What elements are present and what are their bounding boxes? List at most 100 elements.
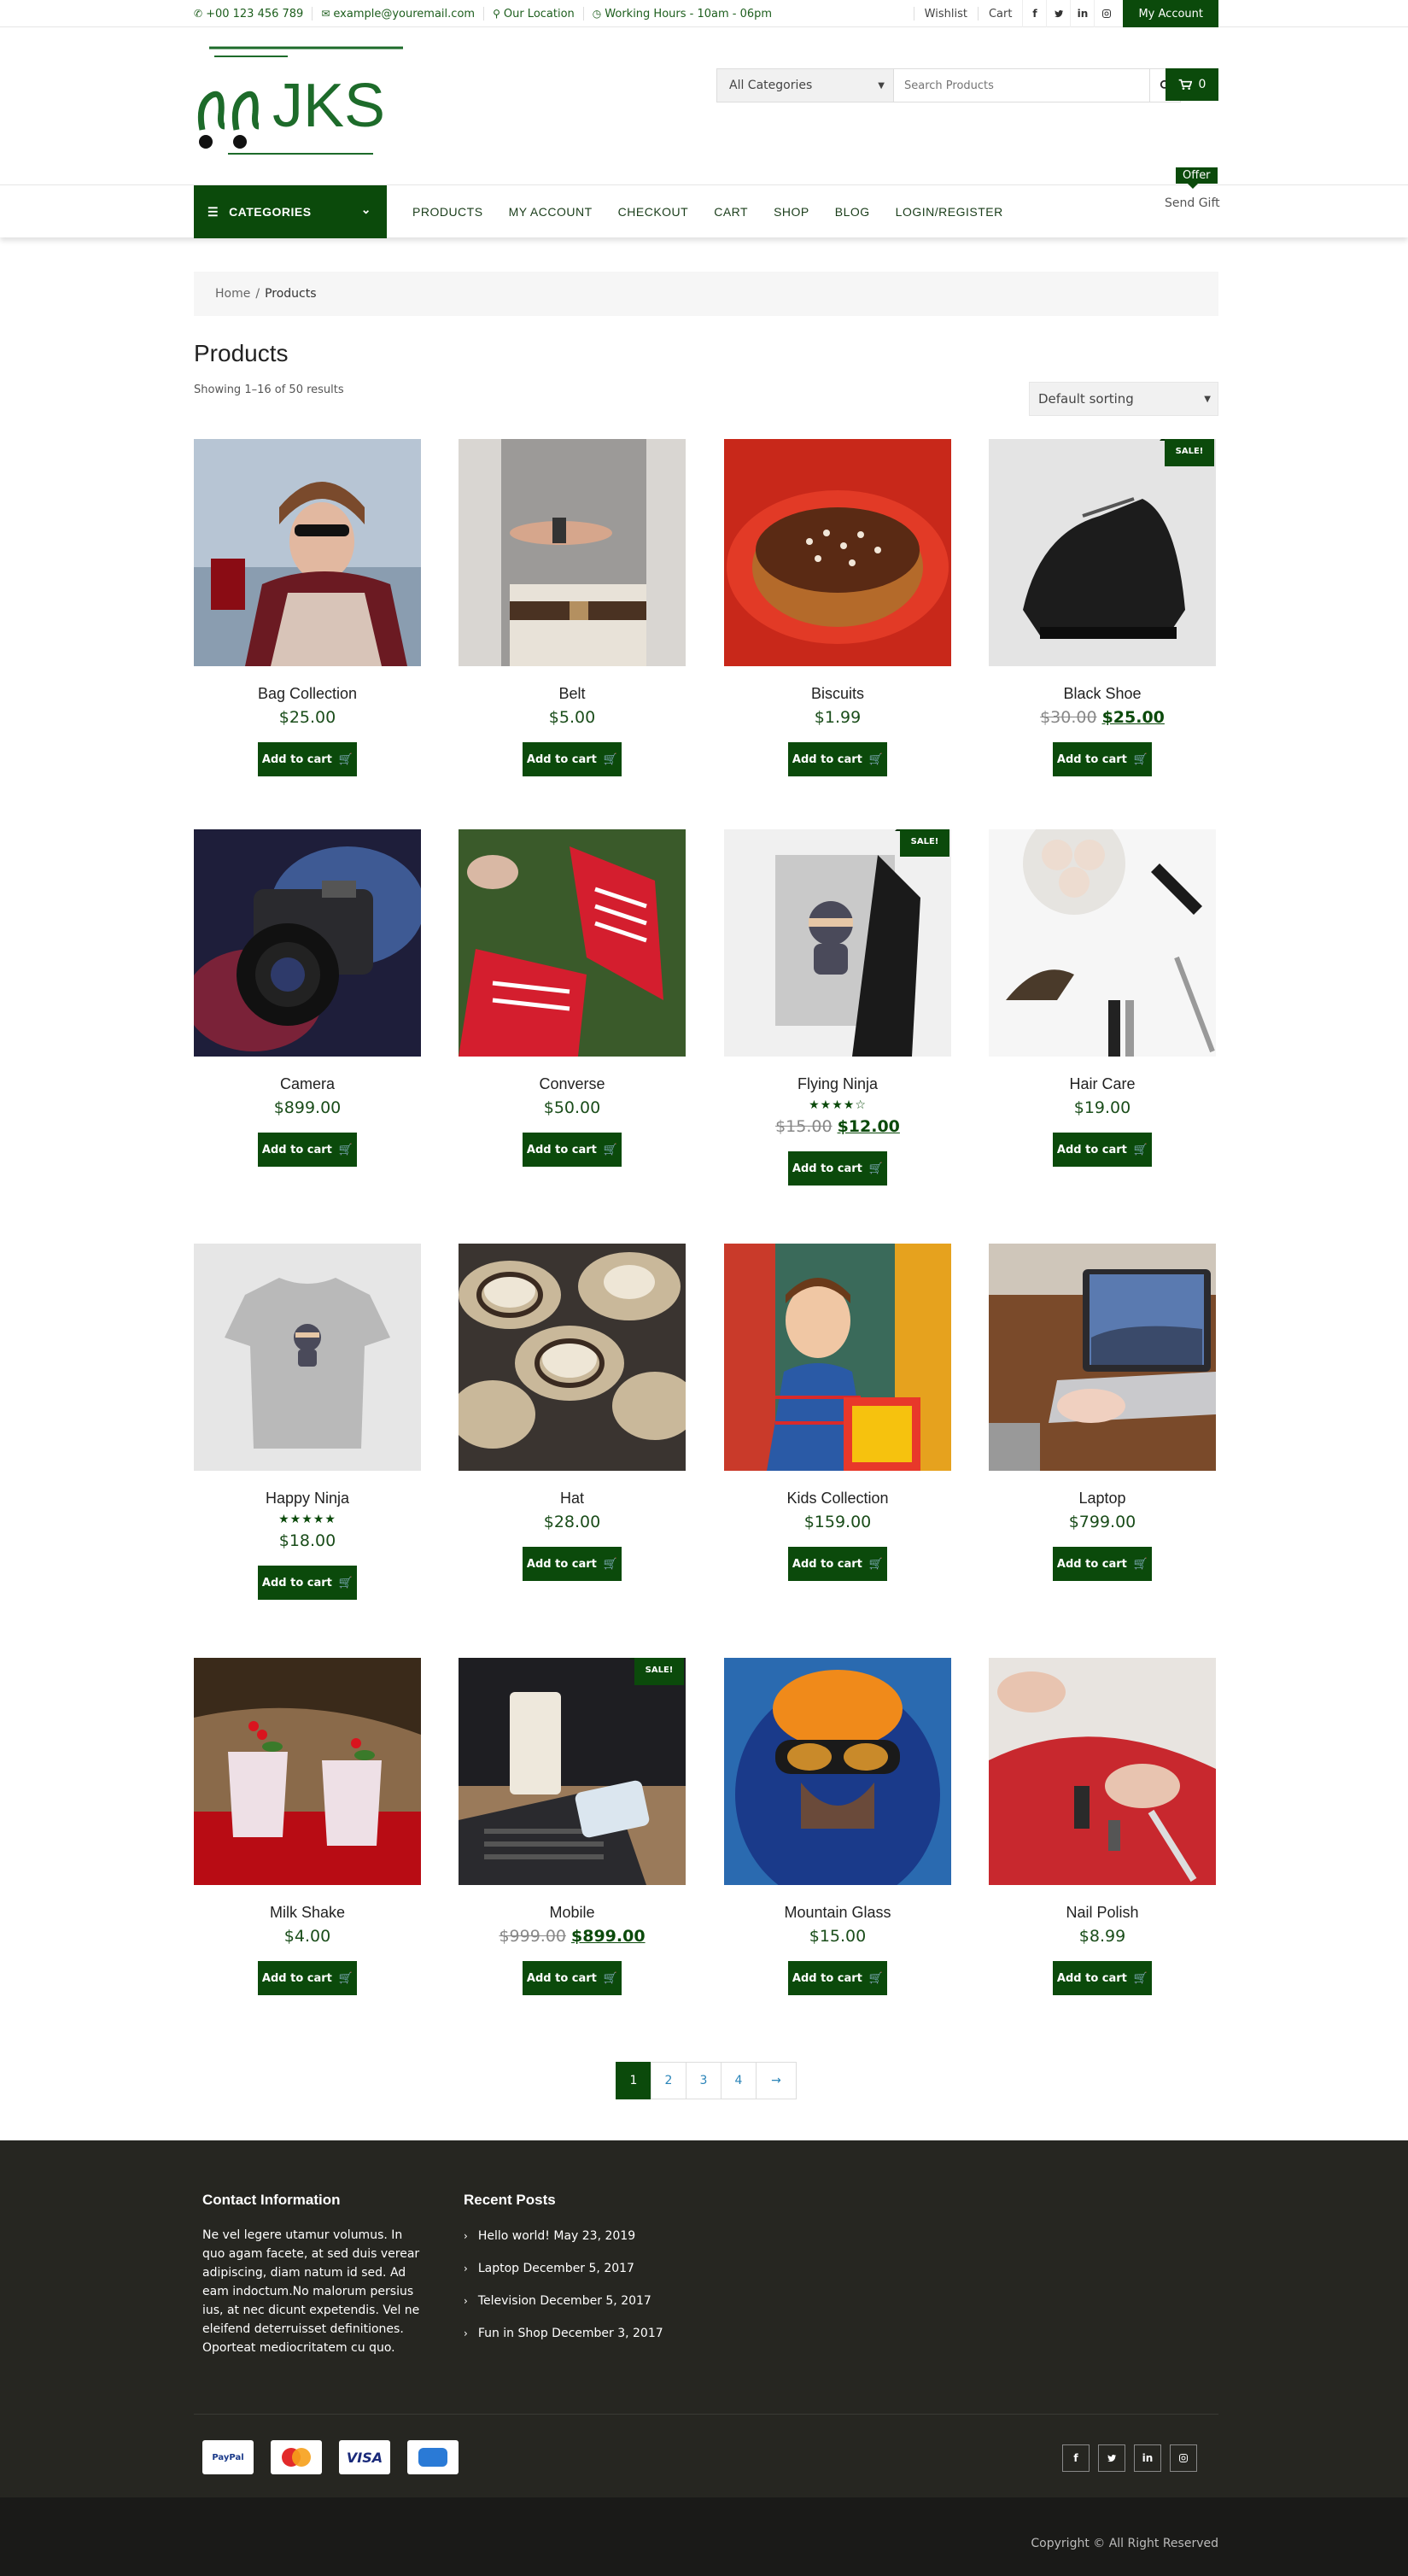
facebook-icon[interactable]: f	[1062, 2444, 1090, 2472]
send-gift-link[interactable]: Send Gift	[1165, 196, 1220, 210]
product-image[interactable]	[989, 829, 1216, 1057]
product-image[interactable]: SALE!	[459, 1658, 686, 1885]
twitter-icon[interactable]	[1098, 2444, 1125, 2472]
product-image[interactable]	[194, 829, 421, 1057]
product-name[interactable]: Flying Ninja	[724, 1075, 951, 1093]
product-name[interactable]: Bag Collection	[194, 685, 421, 703]
product-image[interactable]	[459, 439, 686, 666]
product-name[interactable]: Mobile	[459, 1904, 686, 1922]
product-price: $15.00 $12.00	[724, 1117, 951, 1136]
wishlist-link[interactable]: Wishlist	[913, 7, 978, 20]
instagram-icon[interactable]	[1094, 0, 1118, 27]
product-image[interactable]	[459, 1244, 686, 1471]
product-price: $159.00	[724, 1513, 951, 1531]
add-to-cart-button[interactable]: Add to cart 🛒	[1053, 742, 1152, 776]
product-image[interactable]	[989, 1244, 1216, 1471]
location-info[interactable]: ⚲ Our Location	[493, 7, 584, 20]
product-name[interactable]: Milk Shake	[194, 1904, 421, 1922]
search-input[interactable]	[894, 68, 1150, 102]
add-to-cart-button[interactable]: Add to cart 🛒	[258, 1133, 357, 1167]
product-name[interactable]: Happy Ninja	[194, 1490, 421, 1508]
nav-link-blog[interactable]: BLOG	[835, 205, 870, 219]
sorting-select[interactable]: Default sorting ▼	[1029, 382, 1218, 416]
product-name[interactable]: Mountain Glass	[724, 1904, 951, 1922]
categories-menu-button[interactable]: ☰ CATEGORIES ⌄	[194, 185, 387, 238]
add-to-cart-button[interactable]: Add to cart 🛒	[788, 742, 887, 776]
nav-link-login-register[interactable]: LOGIN/REGISTER	[896, 205, 1003, 219]
product-name[interactable]: Laptop	[989, 1490, 1216, 1508]
my-account-button[interactable]: My Account	[1123, 0, 1218, 27]
recent-post[interactable]: › Laptop December 5, 2017	[464, 2262, 663, 2275]
nav-link-my-account[interactable]: MY ACCOUNT	[509, 205, 593, 219]
product-name[interactable]: Kids Collection	[724, 1490, 951, 1508]
product-card: SALE! Flying Ninja ★★★★☆ $15.00 $12.00 Ad…	[724, 829, 951, 1186]
cart-link[interactable]: Cart	[977, 7, 1023, 20]
add-to-cart-button[interactable]: Add to cart 🛒	[788, 1961, 887, 1995]
nav-link-products[interactable]: PRODUCTS	[412, 205, 483, 219]
product-name[interactable]: Converse	[459, 1075, 686, 1093]
add-to-cart-button[interactable]: Add to cart 🛒	[523, 742, 622, 776]
product-price-value: $799.00	[1068, 1513, 1136, 1531]
product-image[interactable]	[989, 1658, 1216, 1885]
product-price: $28.00	[459, 1513, 686, 1531]
instagram-icon[interactable]	[1170, 2444, 1197, 2472]
product-name[interactable]: Biscuits	[724, 685, 951, 703]
product-image[interactable]	[194, 1244, 421, 1471]
twitter-icon[interactable]	[1046, 0, 1070, 27]
add-to-cart-label: Add to cart	[261, 752, 332, 766]
add-to-cart-label: Add to cart	[792, 1162, 862, 1175]
product-image[interactable]: SALE!	[989, 439, 1216, 666]
product-card: Happy Ninja ★★★★★ $18.00 Add to cart 🛒	[194, 1244, 421, 1600]
product-name[interactable]: Nail Polish	[989, 1904, 1216, 1922]
add-to-cart-button[interactable]: Add to cart 🛒	[788, 1547, 887, 1581]
product-image[interactable]	[724, 1244, 951, 1471]
nav-link-shop[interactable]: SHOP	[774, 205, 809, 219]
email-info[interactable]: ✉ example@youremail.com	[321, 7, 485, 20]
recent-post[interactable]: › Television December 5, 2017	[464, 2294, 663, 2308]
category-select[interactable]: All Categories ▼	[716, 68, 894, 102]
page-2[interactable]: 2	[651, 2062, 686, 2099]
category-select-value: All Categories	[729, 79, 813, 92]
breadcrumb-home[interactable]: Home	[215, 287, 250, 301]
header-cart-button[interactable]: 0	[1166, 68, 1218, 101]
product-image[interactable]	[194, 1658, 421, 1885]
add-to-cart-button[interactable]: Add to cart 🛒	[523, 1133, 622, 1167]
product-name[interactable]: Belt	[459, 685, 686, 703]
page-3[interactable]: 3	[686, 2062, 722, 2099]
linkedin-icon[interactable]: in	[1070, 0, 1094, 27]
product-image[interactable]	[724, 439, 951, 666]
recent-post[interactable]: › Hello world! May 23, 2019	[464, 2229, 663, 2243]
chevron-right-icon: ›	[464, 2263, 468, 2274]
product-name[interactable]: Hair Care	[989, 1075, 1216, 1093]
site-logo[interactable]: JKS	[194, 44, 407, 164]
add-to-cart-button[interactable]: Add to cart 🛒	[1053, 1133, 1152, 1167]
add-to-cart-button[interactable]: Add to cart 🛒	[523, 1961, 622, 1995]
product-price: $50.00	[459, 1098, 686, 1117]
add-to-cart-button[interactable]: Add to cart 🛒	[788, 1151, 887, 1186]
add-to-cart-button[interactable]: Add to cart 🛒	[258, 742, 357, 776]
nav-link-checkout[interactable]: CHECKOUT	[618, 205, 689, 219]
linkedin-icon[interactable]: in	[1134, 2444, 1161, 2472]
add-to-cart-button[interactable]: Add to cart 🛒	[1053, 1961, 1152, 1995]
paypal-icon: PayPal	[202, 2440, 254, 2474]
product-image[interactable]	[459, 829, 686, 1057]
product-image[interactable]	[724, 1658, 951, 1885]
product-image[interactable]	[194, 439, 421, 666]
page-1[interactable]: 1	[616, 2062, 651, 2099]
product-name[interactable]: Black Shoe	[989, 685, 1216, 703]
product-card: Camera $899.00 Add to cart 🛒	[194, 829, 421, 1167]
product-name[interactable]: Camera	[194, 1075, 421, 1093]
add-to-cart-button[interactable]: Add to cart 🛒	[258, 1566, 357, 1600]
add-to-cart-button[interactable]: Add to cart 🛒	[523, 1547, 622, 1581]
add-to-cart-button[interactable]: Add to cart 🛒	[1053, 1547, 1152, 1581]
next-page-arrow-icon[interactable]: →	[756, 2062, 797, 2099]
cart-icon: 🛒	[603, 1557, 618, 1571]
product-name[interactable]: Hat	[459, 1490, 686, 1508]
add-to-cart-button[interactable]: Add to cart 🛒	[258, 1961, 357, 1995]
facebook-icon[interactable]: f	[1022, 0, 1046, 27]
recent-post[interactable]: › Fun in Shop December 3, 2017	[464, 2327, 663, 2340]
rating-stars: ★★★★★	[278, 1513, 336, 1526]
product-image[interactable]: SALE!	[724, 829, 951, 1057]
page-4[interactable]: 4	[721, 2062, 757, 2099]
nav-link-cart[interactable]: CART	[714, 205, 748, 219]
